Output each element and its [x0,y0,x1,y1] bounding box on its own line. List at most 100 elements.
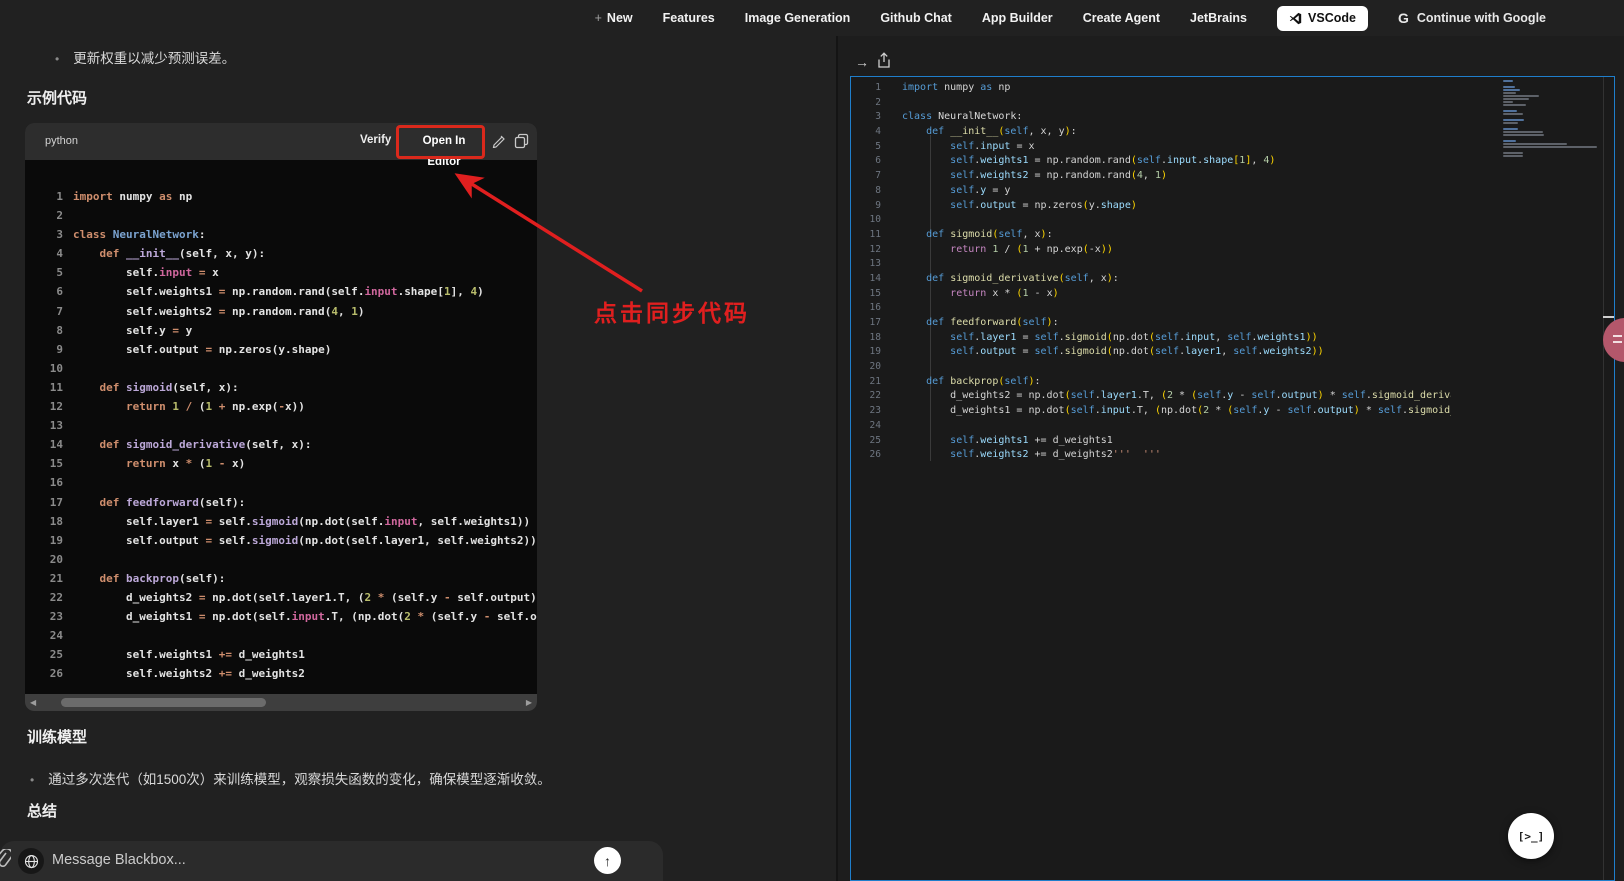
nav-item-new[interactable]: +New [595,11,633,25]
line-number: 9 [25,340,63,359]
verify-button[interactable]: Verify [360,134,391,146]
line-number: 26 [851,448,881,463]
line-number: 23 [851,404,881,419]
minimap-line [1503,113,1523,115]
code-line: 6 self.weights1 = np.random.rand(self.in… [851,154,1451,169]
minimap-line [1503,140,1516,142]
bullet-icon: • [55,50,59,68]
nav-item-image-generation[interactable]: Image Generation [745,11,851,25]
code-line-content: self.weights2 = np.random.rand(4, 1) [73,302,364,321]
code-line: 11 def sigmoid(self, x): [25,378,537,397]
continue-with-google-button[interactable]: G Continue with Google [1398,10,1546,26]
page: +New Features Image Generation Github Ch… [0,0,1624,881]
minimap-line [1503,122,1518,124]
code-line-content: self.weights2 = np.random.rand(4, 1) [902,169,1167,184]
code-block: python Verify Open In Editor 1import num… [25,123,537,711]
vscode-button[interactable]: VSCode [1277,6,1368,31]
code-line-content: self.input = x [902,140,1035,155]
horizontal-scrollbar[interactable]: ◀ ▶ [25,694,537,711]
badge-dash-icon [1603,316,1614,318]
code-line: 2 [851,96,1451,111]
code-line: 26 self.weights2 += d_weights2''' ''' [851,448,1451,463]
code-editor[interactable]: 1import numpy as np23class NeuralNetwork… [850,76,1615,881]
code-line: 4 def __init__(self, x, y): [25,244,537,263]
minimap-line [1503,134,1544,136]
code-line: 17 def feedforward(self): [851,316,1451,331]
line-number: 11 [25,378,63,397]
code-line-content: def __init__(self, x, y): [73,244,265,263]
web-search-globe-button[interactable] [18,848,44,874]
code-line: 20 [25,550,537,569]
code-line: 18 self.layer1 = self.sigmoid(np.dot(sel… [851,331,1451,346]
code-line: 10 [25,359,537,378]
nav-item-create-agent[interactable]: Create Agent [1083,11,1160,25]
code-line: 5 self.input = x [25,263,537,282]
code-line: 26 self.weights2 += d_weights2 [25,664,537,683]
code-line-content: self.layer1 = self.sigmoid(np.dot(self.i… [902,331,1318,346]
nav-item-github-chat[interactable]: Github Chat [880,11,952,25]
minimap-line [1503,152,1523,154]
nav-item-app-builder[interactable]: App Builder [982,11,1053,25]
code-line-content: self.weights1 += d_weights1 [73,645,305,664]
minimap-line [1503,155,1523,157]
code-line-content: self.weights1 = np.random.rand(self.inpu… [902,154,1275,169]
line-number: 4 [851,125,881,140]
code-line-content: def backprop(self): [73,569,225,588]
code-line: 5 self.input = x [851,140,1451,155]
line-number: 7 [851,169,881,184]
code-line: 7 self.weights2 = np.random.rand(4, 1) [25,302,537,321]
line-number: 17 [25,493,63,512]
code-line-content: return 1 / (1 + np.exp(-x)) [902,243,1113,258]
line-number: 10 [25,359,63,378]
minimap[interactable] [1503,80,1601,170]
nav-item-jetbrains[interactable]: JetBrains [1190,11,1247,25]
code-line: 23 d_weights1 = np.dot(self.input.T, (np… [25,607,537,626]
code-line-content: self.output = np.zeros(y.shape) [73,340,331,359]
attachment-paperclip-icon[interactable] [0,849,11,873]
code-line: 24 [25,626,537,645]
minimap-line [1503,101,1513,103]
line-number: 21 [25,569,63,588]
code-line-content: def sigmoid(self, x): [902,228,1053,243]
code-preview-floating-button[interactable]: [>_] [1508,813,1554,859]
line-number: 20 [851,360,881,375]
minimap-line [1503,110,1517,112]
code-line-content: return 1 / (1 + np.exp(-x)) [73,397,305,416]
line-number: 14 [25,435,63,454]
forward-arrow-icon[interactable]: → [855,54,869,70]
line-number: 22 [851,389,881,404]
scroll-left-icon[interactable]: ◀ [30,695,36,710]
line-number: 13 [851,257,881,272]
open-in-editor-button[interactable]: Open In Editor [406,131,482,152]
scrollbar-thumb[interactable] [61,698,266,707]
section-heading-summary: 总结 [27,800,57,821]
minimap-line [1503,131,1543,133]
nav-item-features[interactable]: Features [663,11,715,25]
line-number: 17 [851,316,881,331]
line-number: 2 [25,206,63,225]
globe-icon [24,854,39,869]
code-line-content: def __init__(self, x, y): [902,125,1077,140]
copy-icon[interactable] [514,133,529,149]
line-number: 25 [25,645,63,664]
code-line: 25 self.weights1 += d_weights1 [851,434,1451,449]
code-line-content: def backprop(self): [902,375,1041,390]
minimap-line [1503,98,1529,100]
code-line-content: import numpy as np [902,81,1010,96]
editor-scrollbar[interactable] [1603,77,1604,880]
message-input[interactable]: Message Blackbox... [52,852,186,868]
section-heading-train-model: 训练模型 [27,726,87,747]
code-line-content: class NeuralNetwork: [902,110,1022,125]
code-line: 14 def sigmoid_derivative(self, x): [25,435,537,454]
share-icon[interactable] [877,52,891,69]
code-line: 25 self.weights1 += d_weights1 [25,645,537,664]
minimap-line [1503,92,1516,94]
editor-code-area: 1import numpy as np23class NeuralNetwork… [851,77,1451,463]
code-line: 4 def __init__(self, x, y): [851,125,1451,140]
minimap-line [1503,146,1597,148]
list-item: • 通过多次迭代（如1500次）来训练模型，观察损失函数的变化，确保模型逐渐收敛… [30,771,551,789]
scroll-right-icon[interactable]: ▶ [526,695,532,710]
send-button[interactable]: ↑ [594,847,621,874]
edit-pencil-icon[interactable] [491,133,505,148]
code-line: 21 def backprop(self): [851,375,1451,390]
